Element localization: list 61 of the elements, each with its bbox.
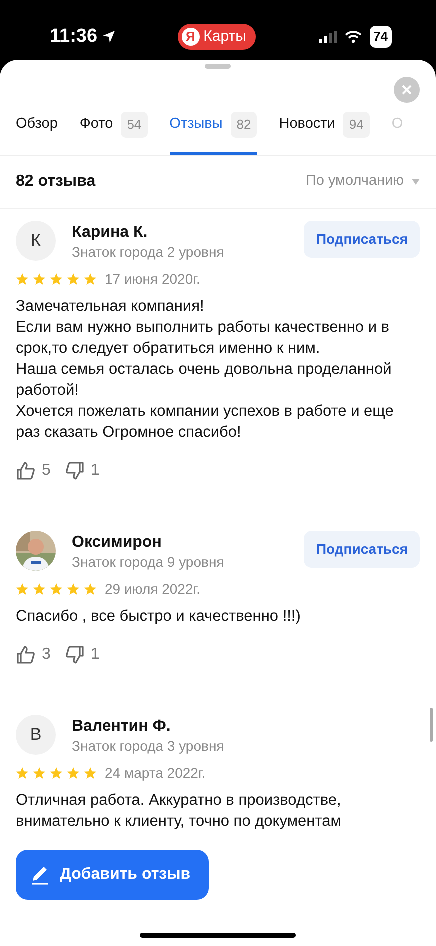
sort-dropdown[interactable]: По умолчанию (306, 170, 420, 192)
review-date: 24 марта 2022г. (105, 764, 206, 783)
avatar: К (16, 220, 56, 260)
sheet-handle[interactable] (205, 64, 231, 69)
tab[interactable]: Новости 94 (279, 109, 370, 154)
subscribe-button[interactable]: Подписаться (304, 530, 420, 568)
star-icon (16, 582, 29, 596)
battery-indicator: 74 (370, 26, 392, 48)
like-button[interactable]: 3 (16, 642, 51, 666)
thumbs-up-icon (16, 460, 36, 480)
reviewer-name[interactable]: Валентин Ф. (72, 716, 420, 736)
close-button[interactable] (394, 77, 420, 103)
review-text: Спасибо , все быстро и качественно !!!) (16, 606, 302, 626)
star-icon (16, 766, 29, 780)
star-icon (67, 766, 80, 780)
count-badge: 94 (343, 112, 370, 138)
star-icon (33, 272, 46, 286)
review-date: 29 июля 2022г. (105, 580, 201, 598)
review-text: Замечательная компания! Если вам нужно выполнить работы качественно и в срок,то следует обратиться именно к ним. Наша семья осталась очень довольна проделанной работой! Хочется пожелать компании успехов в работе и еще раз сказать Огромное спасибо! (16, 296, 395, 442)
location-arrow-icon (102, 30, 116, 44)
star-icon (33, 766, 46, 780)
star-icon (16, 272, 29, 286)
tab[interactable]: Обзор (16, 109, 58, 154)
tab[interactable]: Фото 54 (80, 109, 148, 154)
wifi-icon (344, 31, 362, 43)
like-button[interactable]: 5 (16, 458, 51, 482)
review-date: 17 июня 2020г. (105, 270, 200, 288)
thumbs-up-icon (16, 644, 36, 664)
signal-icon (318, 31, 337, 43)
star-icon (84, 272, 97, 286)
review-text: Отличная работа. Аккуратно в производстве, внимательно к клиенту, точно по документам (16, 790, 342, 832)
star-icon (84, 582, 97, 596)
star-icon (50, 272, 63, 286)
review-count: 82 отзыва (16, 172, 96, 192)
star-icon (33, 582, 46, 596)
reviewer-level: Знаток города 9 уровня (72, 552, 226, 570)
count-badge: 82 (230, 112, 258, 138)
star-icon (84, 766, 97, 780)
clock-time: 11:36 (50, 24, 98, 49)
pencil-icon (30, 865, 50, 885)
caret-icon (412, 178, 420, 184)
star-icon (67, 582, 80, 596)
star-icon (50, 582, 63, 596)
reviewer-level: Знаток города 2 уровня (72, 242, 226, 260)
count-badge: 54 (121, 112, 148, 138)
close-icon (402, 85, 412, 95)
thumbs-down-icon (64, 644, 85, 664)
reviewer-name[interactable]: Карина К. (72, 222, 288, 242)
dislike-button[interactable]: 1 (64, 642, 100, 666)
add-review-button[interactable]: Добавить отзыв (16, 850, 209, 900)
reviewer-level: Знаток города 3 уровня (72, 736, 226, 754)
app-pill[interactable]: Я Карты (178, 24, 256, 50)
subscribe-button[interactable]: Подписаться (304, 220, 420, 258)
star-icon (67, 272, 80, 286)
thumbs-down-icon (64, 460, 85, 480)
star-icon (50, 766, 63, 780)
reviewer-name[interactable]: Оксимирон (72, 532, 288, 552)
scroll-indicator (430, 708, 433, 742)
dislike-button[interactable]: 1 (64, 458, 100, 482)
tab[interactable]: Отзывы 82 (170, 109, 258, 154)
avatar: В (16, 714, 56, 754)
